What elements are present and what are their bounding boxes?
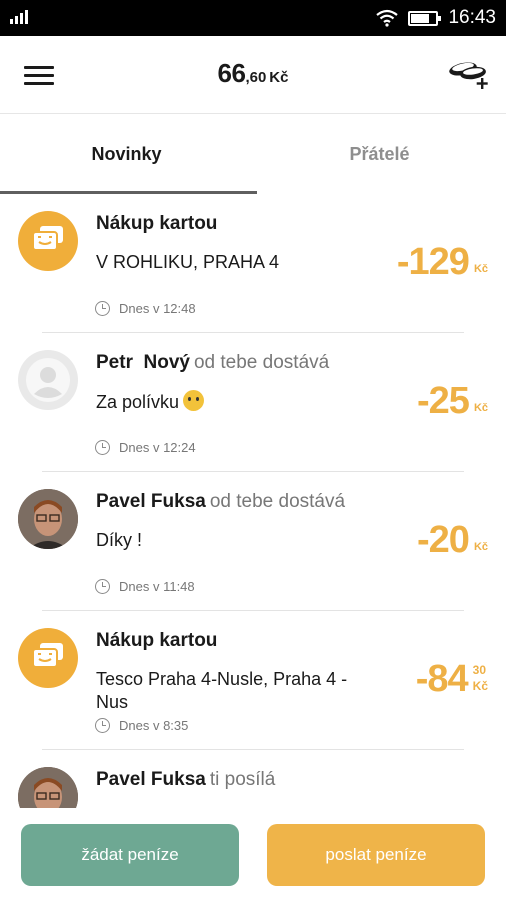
feed-item-time: Dnes v 11:48	[119, 579, 195, 594]
feed-item-amount: -25 Kč	[417, 381, 488, 421]
feed-item-subtitle: ti posílá	[209, 769, 276, 790]
feed-item-description: Za polívku	[96, 392, 180, 412]
feed-item-title: Pavel Fuksa	[96, 491, 206, 512]
amount-currency: Kč	[472, 679, 488, 693]
feed-item-amount: -129 Kč	[397, 242, 488, 282]
send-money-button[interactable]: poslat peníze	[267, 824, 485, 886]
feed-item[interactable]: Petr Nový od tebe dostává Za polívku Dnes…	[0, 333, 506, 472]
tab-novinky[interactable]: Novinky	[0, 114, 253, 194]
request-money-button[interactable]: žádat peníze	[21, 824, 239, 886]
feed-item-description: Tesco Praha 4-Nusle, Praha 4 - Nus	[96, 669, 348, 712]
amount-value: -84	[415, 658, 469, 700]
balance-whole: 66	[217, 58, 246, 88]
amount-currency: Kč	[473, 541, 488, 553]
feed-item-title: Nákup kartou	[96, 213, 218, 234]
amount-currency: Kč	[473, 263, 488, 275]
feed-item[interactable]: Pavel Fuksa od tebe dostává Díky ! Dnes v…	[0, 472, 506, 611]
feed-item-subtitle: od tebe dostává	[209, 491, 346, 512]
amount-value: -25	[417, 380, 470, 422]
feed-item-title: Nákup kartou	[96, 630, 218, 651]
balance-currency: Kč	[269, 69, 289, 86]
photo-avatar	[18, 767, 78, 808]
placeholder-avatar	[18, 350, 78, 410]
feed-item-time: Dnes v 12:24	[119, 440, 196, 455]
clock-time: 16:43	[448, 7, 496, 28]
clock-icon	[95, 440, 110, 455]
feed-item-amount: -20 Kč	[417, 520, 488, 560]
feed-item-description: Díky !	[96, 530, 143, 550]
signal-icon	[10, 10, 32, 24]
card-icon	[18, 628, 78, 688]
feed-item-time: Dnes v 12:48	[119, 301, 196, 316]
coins-add-icon[interactable]	[446, 56, 492, 90]
feed-item-description: V ROHLIKU, PRAHA 4	[96, 252, 280, 272]
clock-icon	[95, 301, 110, 316]
amount-value: -129	[396, 241, 470, 283]
status-bar: 16:43	[0, 0, 506, 36]
feed-item-time: Dnes v 8:35	[119, 718, 189, 733]
app-bar: 66,60 Kč	[0, 36, 506, 114]
feed-item-title: Petr Nový	[96, 352, 190, 373]
wifi-icon	[376, 9, 399, 27]
amount-currency: Kč	[473, 402, 488, 414]
amount-decimals: 30	[472, 663, 487, 677]
photo-avatar	[18, 489, 78, 549]
feed-item[interactable]: Pavel Fuksa ti posílá	[0, 750, 506, 808]
clock-icon	[95, 579, 110, 594]
battery-icon	[408, 10, 442, 26]
feed-item[interactable]: Nákup kartou Tesco Praha 4-Nusle, Praha …	[0, 611, 506, 750]
tab-pratele[interactable]: Přátelé	[253, 114, 506, 194]
tab-bar: Novinky Přátelé	[0, 114, 506, 194]
news-feed[interactable]: Nákup kartou V ROHLIKU, PRAHA 4 Dnes v 1…	[0, 194, 506, 808]
feed-item-title: Pavel Fuksa	[96, 769, 206, 790]
feed-item-subtitle: od tebe dostává	[193, 352, 330, 373]
feed-item-amount: -84 30 Kč	[416, 659, 488, 699]
clock-icon	[95, 718, 110, 733]
balance-decimal: ,60	[245, 69, 267, 86]
emoji-icon	[183, 390, 205, 411]
card-icon	[18, 211, 78, 271]
bottom-action-bar: žádat peníze poslat peníze	[0, 808, 506, 900]
account-balance: 66,60 Kč	[0, 58, 506, 89]
feed-item[interactable]: Nákup kartou V ROHLIKU, PRAHA 4 Dnes v 1…	[0, 194, 506, 333]
amount-value: -20	[417, 519, 470, 561]
